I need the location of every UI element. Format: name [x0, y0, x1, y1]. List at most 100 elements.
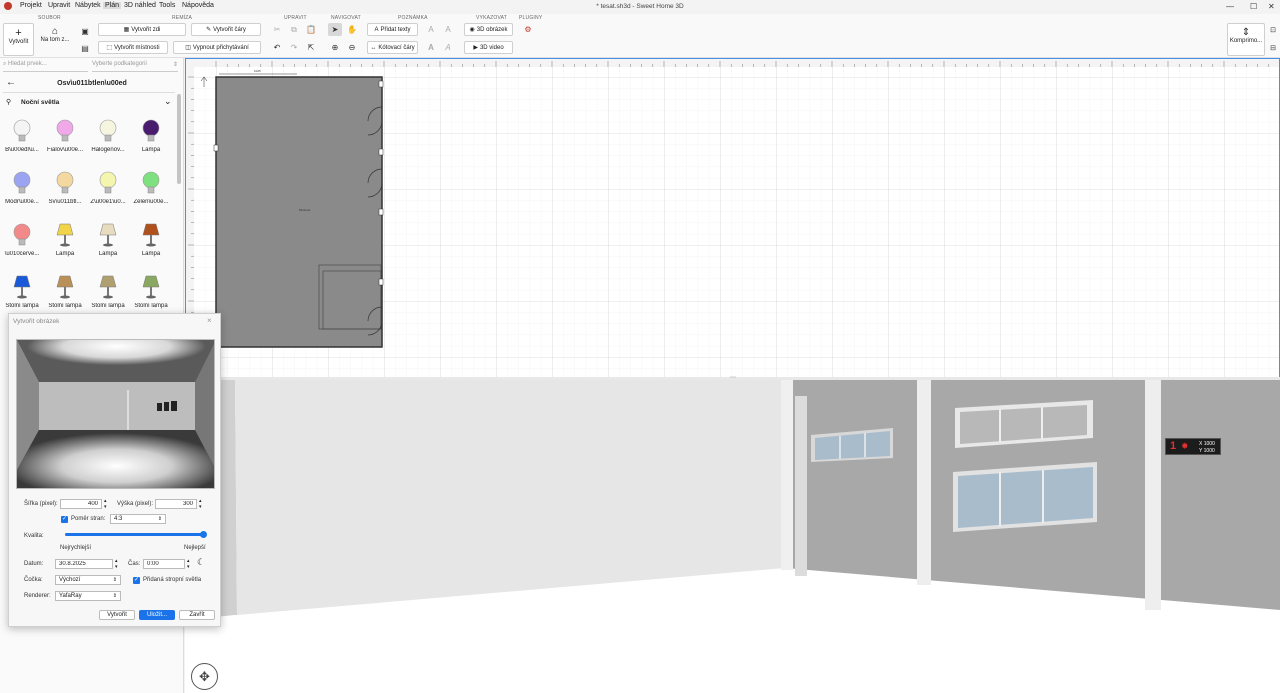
- copy-icon[interactable]: ⧉: [287, 23, 301, 36]
- category-title: Osv\u011btlen\u00ed: [57, 80, 127, 87]
- collapse-icon[interactable]: ⊟: [1266, 41, 1280, 54]
- redo-icon[interactable]: ↷: [287, 41, 301, 54]
- catalog-item[interactable]: Sv\u011btl...: [45, 170, 85, 220]
- renderer-select[interactable]: YafaRay ⇕: [55, 591, 121, 601]
- ratio-label: Poměr stran:: [71, 516, 106, 522]
- navigation-widget[interactable]: 1 ✸ X 1000 Y 1000: [1165, 438, 1221, 455]
- quality-slider[interactable]: [65, 531, 207, 538]
- zoom-in-icon[interactable]: ⊕: [328, 41, 342, 54]
- render-preview: [16, 339, 215, 489]
- time-spinner-icon[interactable]: ▴ ▾: [187, 558, 190, 570]
- window-lower: [953, 462, 1097, 532]
- pointer-plus-icon[interactable]: ⇱: [304, 41, 318, 54]
- chevron-down-icon[interactable]: ⌄: [164, 96, 172, 107]
- subcategory-select[interactable]: Vyberte podkategorii ⇕: [92, 61, 178, 72]
- catalog-item[interactable]: \u010cerve...: [2, 222, 42, 272]
- catalog-item[interactable]: Lampa: [131, 118, 171, 168]
- height-input[interactable]: [155, 499, 197, 509]
- lens-select[interactable]: Výchozí ⇕: [55, 575, 121, 585]
- close-icon[interactable]: ✕: [1268, 2, 1275, 11]
- bold-icon[interactable]: A: [424, 41, 438, 54]
- save-image-button[interactable]: Uložit...: [139, 610, 175, 620]
- plugin-icon[interactable]: ⚙: [521, 23, 535, 36]
- date-input[interactable]: [55, 559, 113, 569]
- catalog-item-label: Stolní lampa: [91, 303, 125, 309]
- italic-icon[interactable]: A: [441, 41, 455, 54]
- line-icon: ✎: [206, 27, 212, 33]
- on-this-label: Na tom z...: [40, 37, 70, 43]
- ceiling-lights-checkbox[interactable]: ✓: [133, 577, 140, 584]
- width-input[interactable]: [60, 499, 102, 509]
- ratio-value: 4:3: [114, 516, 123, 522]
- font-size-decrease-icon[interactable]: A: [424, 23, 438, 36]
- undo-icon[interactable]: ↶: [270, 41, 284, 54]
- image-3d-button[interactable]: ◉ 3D obrázek: [464, 23, 513, 36]
- font-size-increase-icon[interactable]: A: [441, 23, 455, 36]
- create-walls-button[interactable]: ▦ Vytvořit zdi: [98, 23, 186, 36]
- group-upravit: UPRAVIT: [284, 15, 307, 21]
- subcategory-title[interactable]: Noční světla: [21, 99, 59, 106]
- catalog-item[interactable]: Lampa: [131, 222, 171, 272]
- catalog-item-label: Zelen\u00e...: [133, 199, 169, 205]
- maximize-icon[interactable]: ☐: [1250, 2, 1257, 11]
- catalog-item-label: B\u00edl\u...: [5, 147, 39, 153]
- video-3d-button[interactable]: ▶ 3D video: [464, 41, 513, 54]
- dialog-close-icon[interactable]: ×: [207, 316, 212, 325]
- catalog-item[interactable]: Lampa: [88, 222, 128, 272]
- quality-knob[interactable]: [200, 531, 207, 538]
- ratio-checkbox[interactable]: ✓: [61, 516, 68, 523]
- bulb-icon: [99, 119, 117, 142]
- navigation-arrows-icon[interactable]: ✥: [191, 663, 218, 690]
- search-field[interactable]: ⌕ Hledat prvek...: [3, 61, 88, 72]
- date-spinner-icon[interactable]: ▴ ▾: [115, 558, 118, 570]
- camera-icon: ◉: [469, 27, 475, 33]
- renderer-value: YafaRay: [59, 593, 82, 599]
- lamp-icon: ⚲: [6, 99, 12, 106]
- home-icon: ⌂: [51, 26, 59, 37]
- pan-mode-icon[interactable]: ✋: [345, 23, 359, 36]
- add-text-button[interactable]: A Přidat texty: [367, 23, 418, 36]
- horizontal-ruler: [186, 59, 1279, 67]
- minimize-icon[interactable]: —: [1226, 2, 1234, 11]
- select-mode-icon[interactable]: ➤: [328, 23, 342, 36]
- height-spinner-icon[interactable]: ▴ ▾: [199, 498, 202, 510]
- disable-snapping-button[interactable]: ◫ Vypnout přichytávání: [173, 41, 261, 54]
- create-lines-button[interactable]: ✎ Vytvořit čáry: [191, 23, 261, 36]
- save-icon[interactable]: ▣: [78, 25, 92, 38]
- on-this-button[interactable]: ⌂ Na tom z...: [37, 23, 73, 56]
- view-3d[interactable]: 1 ✸ X 1000 Y 1000 ✥: [185, 380, 1280, 693]
- bulb-icon: [142, 171, 160, 194]
- paste-icon[interactable]: 📋: [304, 23, 318, 36]
- text-icon: A: [374, 26, 379, 33]
- catalog-item[interactable]: Zelen\u00e...: [131, 170, 171, 220]
- create-rooms-button[interactable]: ⬚ Vytvořit místnosti: [98, 41, 168, 54]
- catalog-item[interactable]: Halogenov...: [88, 118, 128, 168]
- bulb-icon: [99, 171, 117, 194]
- catalog-item-label: Fialov\u00e...: [46, 147, 84, 153]
- lens-value: Výchozí: [59, 577, 81, 583]
- plan-view[interactable]: Místnost 1025: [185, 58, 1280, 378]
- view-3d-canvas[interactable]: [185, 380, 1280, 693]
- catalog-item[interactable]: Fialov\u00e...: [45, 118, 85, 168]
- sidebar-scrollbar[interactable]: [177, 94, 181, 184]
- save-as-icon[interactable]: ▤: [78, 42, 92, 55]
- cut-icon[interactable]: ✂: [270, 23, 284, 36]
- catalog-item-label: Lampa: [141, 251, 161, 257]
- plan-canvas[interactable]: Místnost 1025: [186, 59, 1280, 378]
- create-button[interactable]: + Vytvořit: [3, 23, 34, 56]
- zoom-out-icon[interactable]: ⊖: [345, 41, 359, 54]
- catalog-item[interactable]: Modr\u00e...: [2, 170, 42, 220]
- catalog-item[interactable]: Lampa: [45, 222, 85, 272]
- expand-icon[interactable]: ⊡: [1266, 23, 1280, 36]
- close-dialog-button[interactable]: Zavřít: [179, 610, 215, 620]
- height-label: Výška (pixel):: [117, 501, 154, 507]
- dimension-lines-button[interactable]: ↔ Kótovací čáry: [367, 41, 418, 54]
- catalog-item[interactable]: B\u00edl\u...: [2, 118, 42, 168]
- create-image-button[interactable]: Vytvořit: [99, 610, 135, 620]
- catalog-item[interactable]: Z\u00e1\u0...: [88, 170, 128, 220]
- quality-min-label: Nejrychlejší: [60, 545, 92, 551]
- ratio-select[interactable]: 4:3 ⇕: [110, 514, 166, 524]
- compress-button[interactable]: ⇕ Komprimo...: [1227, 23, 1265, 56]
- width-spinner-icon[interactable]: ▴ ▾: [104, 498, 107, 510]
- time-input[interactable]: [143, 559, 185, 569]
